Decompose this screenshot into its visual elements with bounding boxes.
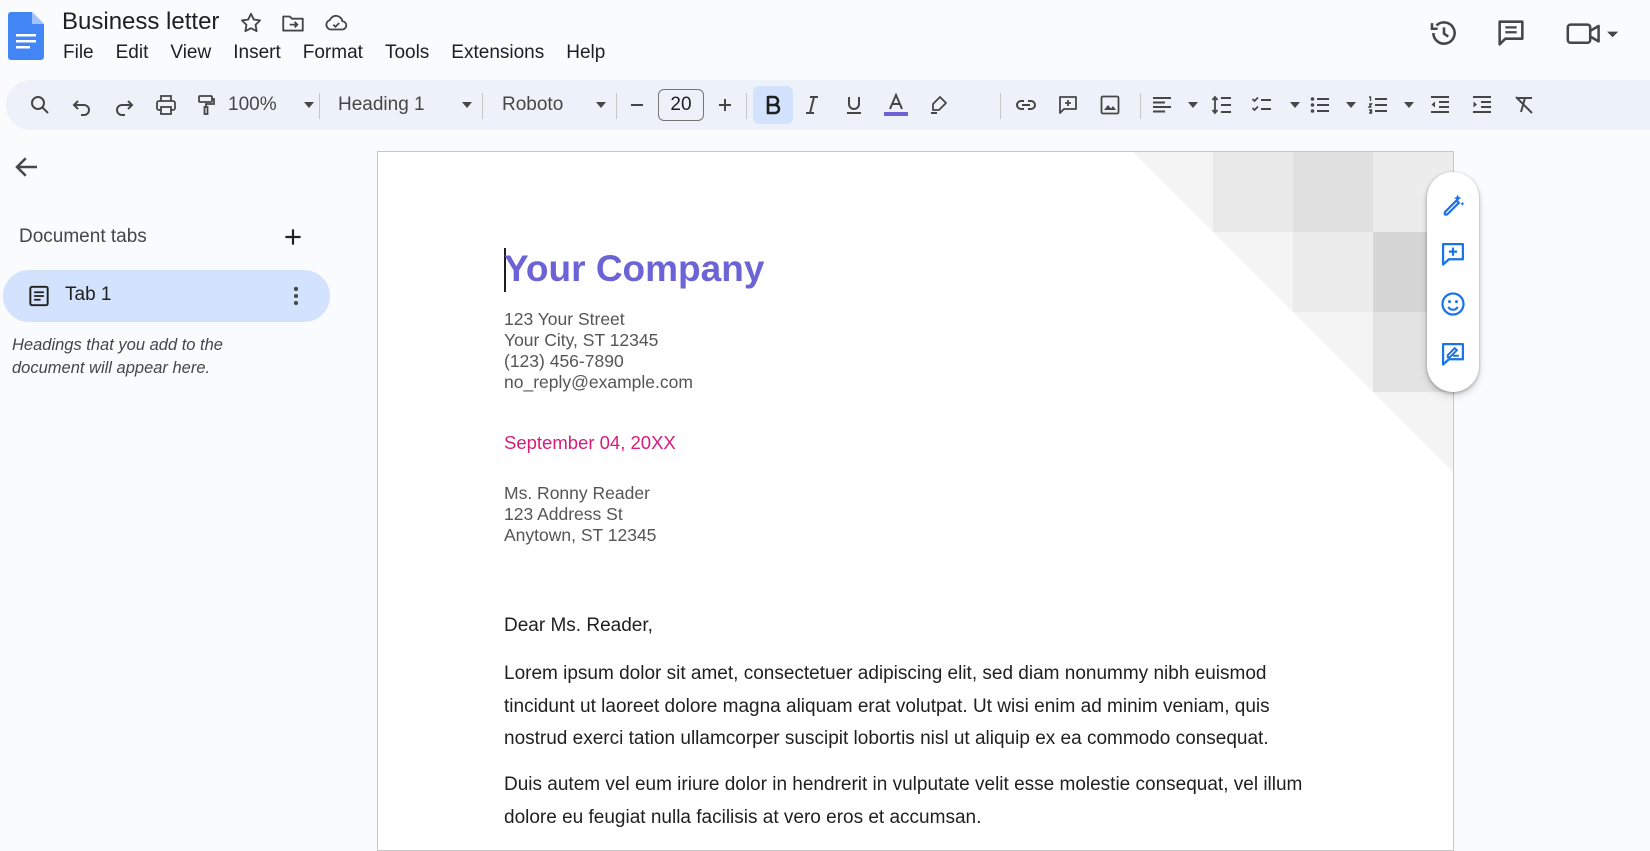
toolbar: 100% Heading 1 Roboto 20	[6, 80, 1650, 130]
document-icon	[26, 283, 52, 309]
paint-format-icon[interactable]	[190, 89, 222, 121]
menu-format[interactable]: Format	[292, 40, 374, 66]
star-icon[interactable]	[238, 10, 264, 36]
body-paragraph[interactable]: Duis autem vel eum iriure dolor in hendr…	[504, 769, 1324, 834]
menu-file[interactable]: File	[52, 40, 105, 66]
toolbar-divider	[616, 93, 617, 119]
document-outline-sidebar: Document tabs Tab 1 Headings that you ad…	[0, 136, 340, 839]
company-name[interactable]: Your Company	[504, 248, 764, 290]
link-icon[interactable]	[1010, 89, 1042, 121]
title-bar: Business letter File Edit View Insert Fo…	[0, 0, 1650, 76]
print-icon[interactable]	[150, 89, 182, 121]
chevron-down-icon	[1346, 102, 1356, 108]
move-folder-icon[interactable]	[280, 10, 306, 36]
style-value: Heading 1	[338, 94, 425, 115]
bullet-list-icon[interactable]	[1308, 89, 1356, 121]
toolbar-divider	[1000, 93, 1001, 119]
menu-edit[interactable]: Edit	[105, 40, 160, 66]
zoom-select[interactable]: 100%	[228, 89, 314, 121]
line-spacing-icon[interactable]	[1206, 89, 1238, 121]
chevron-down-icon	[1290, 102, 1300, 108]
chevron-down-icon	[1188, 102, 1198, 108]
sender-address-line[interactable]: 123 Your Street	[504, 309, 625, 330]
document-tabs-heading: Document tabs	[19, 226, 147, 247]
align-left-icon[interactable]	[1150, 89, 1198, 121]
image-icon[interactable]	[1094, 89, 1126, 121]
letter-date[interactable]: September 04, 20XX	[504, 432, 676, 454]
toolbar-divider	[482, 93, 483, 119]
menu-view[interactable]: View	[159, 40, 222, 66]
menu-insert[interactable]: Insert	[222, 40, 292, 66]
chevron-down-icon	[462, 102, 472, 108]
font-size-value: 20	[658, 89, 704, 121]
underline-button[interactable]	[838, 89, 870, 121]
more-options-icon[interactable]	[283, 283, 309, 309]
edit-sparkle-icon[interactable]	[1439, 190, 1467, 218]
decorative-pattern	[1133, 152, 1453, 472]
recipient-line[interactable]: 123 Address St	[504, 504, 623, 525]
clear-format-icon[interactable]	[1508, 89, 1540, 121]
body-paragraph[interactable]: Lorem ipsum dolor sit amet, consectetuer…	[504, 658, 1324, 756]
checklist-icon[interactable]	[1250, 89, 1300, 121]
sidebar-item-tab-1[interactable]: Tab 1	[3, 270, 330, 322]
redo-icon[interactable]	[108, 89, 140, 121]
menu-extensions[interactable]: Extensions	[440, 40, 555, 66]
add-comment-icon[interactable]	[1052, 89, 1084, 121]
floating-actions-bar	[1427, 172, 1479, 392]
decrease-font-size-button[interactable]	[622, 89, 652, 121]
increase-font-size-button[interactable]	[710, 89, 740, 121]
recipient-line[interactable]: Anytown, ST 12345	[504, 525, 656, 546]
document-title[interactable]: Business letter	[62, 8, 219, 36]
indent-decrease-icon[interactable]	[1424, 89, 1456, 121]
text-color-button[interactable]	[878, 89, 914, 121]
tab-label: Tab 1	[65, 284, 112, 305]
font-value: Roboto	[502, 94, 564, 115]
toolbar-divider	[746, 93, 747, 119]
recipient-line[interactable]: Ms. Ronny Reader	[504, 483, 650, 504]
chevron-down-icon	[596, 102, 606, 108]
font-size-input[interactable]: 20	[658, 89, 704, 121]
comments-icon[interactable]	[1494, 16, 1528, 50]
salutation[interactable]: Dear Ms. Reader,	[504, 610, 1324, 643]
emoji-icon[interactable]	[1439, 290, 1467, 318]
numbered-list-icon[interactable]	[1366, 89, 1414, 121]
history-icon[interactable]	[1427, 16, 1461, 50]
add-comment-icon[interactable]	[1439, 240, 1467, 268]
back-arrow-icon[interactable]	[12, 152, 42, 182]
indent-increase-icon[interactable]	[1466, 89, 1498, 121]
chevron-down-icon	[1404, 102, 1414, 108]
menu-tools[interactable]: Tools	[374, 40, 440, 66]
add-tab-icon[interactable]	[280, 224, 306, 250]
font-select[interactable]: Roboto	[502, 89, 606, 121]
style-select[interactable]: Heading 1	[338, 89, 472, 121]
docs-logo-icon[interactable]	[8, 12, 44, 60]
document-page[interactable]: Your Company 123 Your Street Your City, …	[377, 151, 1454, 851]
undo-icon[interactable]	[66, 89, 98, 121]
highlight-color-button[interactable]	[922, 89, 954, 121]
suggest-edits-icon[interactable]	[1439, 340, 1467, 368]
italic-button[interactable]	[796, 89, 828, 121]
bold-button[interactable]	[753, 86, 793, 124]
meet-icon[interactable]	[1565, 16, 1621, 50]
toolbar-divider	[1140, 93, 1141, 119]
sender-email[interactable]: no_reply@example.com	[504, 372, 693, 393]
menu-bar: File Edit View Insert Format Tools Exten…	[52, 40, 616, 66]
search-icon[interactable]	[24, 89, 56, 121]
toolbar-divider	[319, 93, 320, 119]
zoom-value: 100%	[228, 94, 277, 115]
outline-hint: Headings that you add to the document wi…	[12, 336, 223, 377]
cloud-icon[interactable]	[322, 10, 348, 36]
chevron-down-icon	[304, 102, 314, 108]
menu-help[interactable]: Help	[555, 40, 616, 66]
sender-address-line[interactable]: Your City, ST 12345	[504, 330, 658, 351]
sender-phone[interactable]: (123) 456-7890	[504, 351, 624, 372]
